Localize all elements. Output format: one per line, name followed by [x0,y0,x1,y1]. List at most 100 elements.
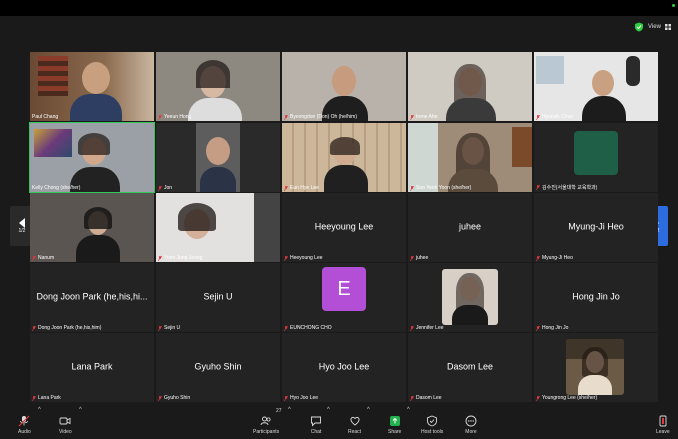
audio-button[interactable]: Audio [18,415,31,435]
video-label: Video [59,429,72,435]
participant-name-label: Jon [158,185,172,191]
video-tile[interactable]: Irene Ahn [408,52,532,121]
participant-display-name: Myung-Ji Heo [568,221,624,231]
video-tile[interactable]: Hyunsik Chun [534,52,658,121]
meeting-toolbar: Audio ^ Video ^ Participants 27 ^ Chat ^… [0,405,678,439]
door-background [254,193,280,262]
participant-name-label: Sejin U [158,325,180,331]
participant-name-label: Hong Jin Jo [536,325,568,331]
participants-label: Participants [253,429,280,435]
video-tile[interactable]: Myung-Ji Heo Myung-Ji Heo [534,193,658,262]
share-options-chevron-icon[interactable]: ^ [407,407,410,413]
video-tile[interactable]: Nanum [30,193,154,262]
participant-body [200,167,236,192]
participant-face [592,70,614,96]
share-label: Share [388,429,402,435]
participant-hair [178,203,216,231]
participant-name-label: Dong Joon Park (he,his,him) [32,325,101,331]
chat-bubble-icon [311,416,321,427]
video-tile[interactable]: 김수진(서울대학 교육학과) [534,123,658,192]
participant-name-label: Dasom Lee [410,395,442,401]
video-tile[interactable]: Yoon Jung Jeong [156,193,280,262]
participants-button[interactable]: Participants [253,415,279,435]
video-tile[interactable]: Heeyoung Lee Heeyoung Lee [282,193,406,262]
muted-mic-icon [536,395,540,401]
participant-name-label: Jennifer Lee [410,325,444,331]
muted-mic-icon [410,185,414,191]
chat-options-chevron-icon[interactable]: ^ [327,407,330,413]
video-tile[interactable]: juhee juhee [408,193,532,262]
video-tile[interactable]: Sejin U Sejin U [156,263,280,332]
profile-picture [574,131,618,175]
share-button[interactable]: Share [388,415,401,435]
participant-name-label: Heeyoung Lee [284,255,323,261]
participant-display-name: Sejin U [203,291,233,301]
video-tile[interactable]: Jennifer Lee [408,263,532,332]
chat-button[interactable]: Chat [310,415,322,435]
audio-options-chevron-icon[interactable]: ^ [38,407,41,413]
participant-hair [84,207,112,229]
muted-mic-icon [158,255,162,261]
video-tile[interactable]: Hyo Joo Lee Hyo Joo Lee [282,333,406,402]
host-tools-label: Host tools [421,429,444,435]
host-tools-button[interactable]: Host tools [421,415,443,435]
participant-name-label: Soo Yeon Yoon (she/her) [410,185,471,191]
muted-mic-icon [536,255,540,261]
share-screen-icon [389,416,400,426]
shelf-background [512,127,532,167]
participant-name-label: juhee [410,255,428,261]
muted-mic-icon [536,325,540,331]
shield-icon [427,415,438,427]
video-tile[interactable]: Gyuho Shin Gyuho Shin [156,333,280,402]
muted-mic-icon [284,255,288,261]
participants-count: 27 [276,408,282,414]
participant-face [82,62,110,94]
video-tile[interactable]: Byeongdon (Don) Oh (he/him) [282,52,406,121]
participants-options-chevron-icon[interactable]: ^ [288,407,291,413]
muted-mic-icon [536,114,540,120]
muted-mic-icon [284,185,288,191]
react-label: React [348,429,362,435]
video-tile[interactable]: Soo Yeon Yoon (she/her) [408,123,532,192]
video-tile[interactable]: Dasom Lee Dasom Lee [408,333,532,402]
muted-mic-icon [410,114,414,120]
video-camera-icon [59,417,71,425]
arrow-left-icon [19,218,25,228]
more-button[interactable]: More [465,415,477,435]
video-tile[interactable]: Hong Jin Jo Hong Jin Jo [534,263,658,332]
participant-name-label: Yoon Jung Jeong [158,255,202,261]
video-tile[interactable]: Youngrong Lee (she/her) [534,333,658,402]
video-tile[interactable]: Dong Joon Park (he,his,hi... Dong Joon P… [30,263,154,332]
video-tile[interactable]: E EUNCHONG CHO [282,263,406,332]
video-tile[interactable]: Yeeun Hong [156,52,280,121]
wall-painting [34,129,72,157]
video-tile[interactable]: Jon [156,123,280,192]
microphone-device [626,56,640,86]
video-tile[interactable]: Eun Hye Lee [282,123,406,192]
muted-mic-icon [32,325,36,331]
view-control[interactable]: View [630,18,678,36]
muted-mic-icon [158,114,162,120]
participant-display-name: Dasom Lee [446,361,494,371]
leave-button[interactable]: Leave [656,415,670,435]
page-indicator-left: 1/2 [18,228,26,234]
participant-name-label: EUNCHONG CHO [284,325,332,331]
participant-display-name: Hong Jin Jo [572,291,620,301]
muted-mic-icon [284,325,288,331]
participant-body [446,98,496,121]
muted-mic-icon [284,114,288,120]
participant-display-name: Hyo Joo Lee [318,361,370,371]
view-label: View [648,24,661,30]
react-options-chevron-icon[interactable]: ^ [367,407,370,413]
video-button[interactable]: Video [59,415,72,435]
video-tile[interactable]: Lana Park Lana Park [30,333,154,402]
video-options-chevron-icon[interactable]: ^ [79,407,82,413]
react-button[interactable]: React [348,415,361,435]
status-dot [672,4,675,7]
muted-mic-icon [410,325,414,331]
video-tile-active-speaker[interactable]: Kelly Chong (she/her) [29,122,155,193]
muted-mic-icon [284,395,288,401]
video-tile[interactable]: Paul Chang [30,52,154,121]
participant-display-name: Lana Park [71,361,113,371]
shield-icon [635,22,643,32]
